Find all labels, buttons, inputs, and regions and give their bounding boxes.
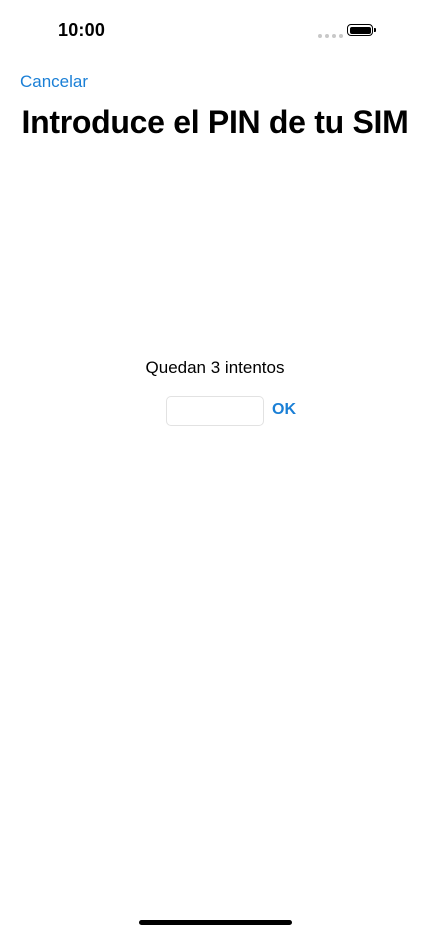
battery-icon — [347, 24, 373, 36]
attempts-remaining-text: Quedan 3 intentos — [145, 358, 285, 377]
battery-cap — [374, 28, 376, 32]
status-time: 10:00 — [58, 20, 106, 40]
ok-button[interactable]: OK — [272, 401, 296, 419]
cancel-button[interactable]: Cancelar — [20, 72, 88, 92]
home-indicator[interactable] — [139, 920, 292, 925]
status-bar: 10:00 — [0, 0, 430, 60]
signal-dots-icon — [318, 34, 343, 38]
pin-input[interactable] — [166, 396, 264, 426]
battery-fill — [349, 26, 371, 34]
page-title: Introduce el PIN de tu SIM — [21, 104, 409, 140]
